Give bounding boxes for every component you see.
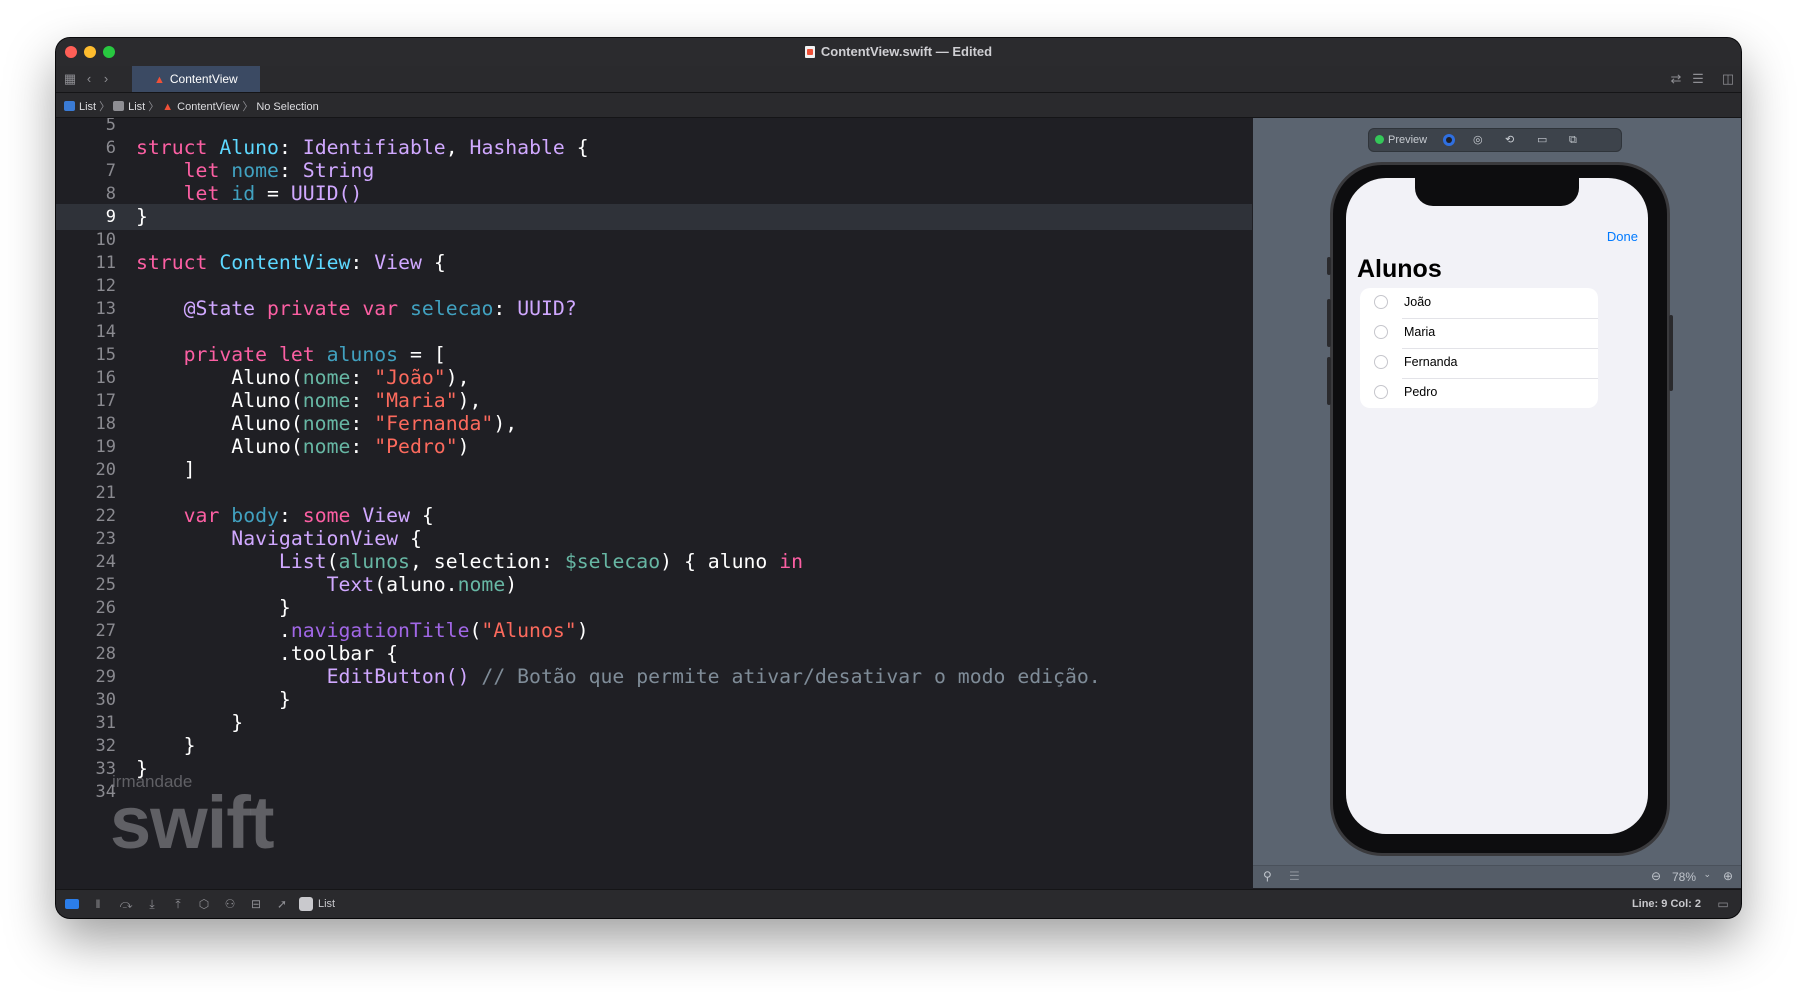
back-chevron-icon[interactable]: ‹ xyxy=(80,70,98,88)
forward-chevron-icon[interactable]: › xyxy=(97,70,115,88)
status-dot-icon xyxy=(1375,135,1384,144)
list-item[interactable]: Maria xyxy=(1360,318,1598,348)
zoom-in-icon[interactable]: ⊕ xyxy=(1723,869,1733,883)
app-icon xyxy=(299,897,313,911)
device-icon[interactable]: ▭ xyxy=(1537,132,1547,148)
mute-switch xyxy=(1327,257,1331,275)
crumb-symbol[interactable]: No Selection xyxy=(256,101,318,113)
step-into-icon[interactable]: ⤓ xyxy=(144,897,160,911)
jump-bar: List 〉 List 〉 ▲ ContentView 〉 No Selection xyxy=(56,93,1741,118)
live-preview-icon[interactable] xyxy=(1443,134,1455,146)
line-number: 34 xyxy=(95,782,116,802)
debug-area-toggle-icon[interactable] xyxy=(65,899,79,909)
pin-icon[interactable]: ⚲ xyxy=(1263,869,1272,883)
zoom-level[interactable]: 78% xyxy=(1672,870,1696,884)
title-bar: ContentView.swift — Edited xyxy=(56,38,1741,67)
tab-bar: ▦ ‹ › ▲ ContentView ⇄ ☰ ◫ xyxy=(56,66,1741,93)
power-button xyxy=(1669,315,1673,391)
project-icon xyxy=(64,101,75,111)
step-over-icon[interactable]: ⤼ xyxy=(118,897,134,911)
done-button[interactable]: Done xyxy=(1607,229,1638,244)
pause-icon[interactable]: ‖ xyxy=(90,897,106,911)
iphone-frame: Done Alunos João Maria Fernanda Pedro xyxy=(1327,162,1673,856)
preview-toolbar: Preview ◎ ⟲ ▭ ⧉ xyxy=(1368,128,1622,152)
list-icon[interactable]: ☰ xyxy=(1289,869,1300,883)
volume-down-button xyxy=(1327,357,1331,405)
inspect-icon[interactable]: ◎ xyxy=(1473,132,1483,148)
step-out-icon[interactable]: ⤒ xyxy=(170,897,186,911)
rotate-icon[interactable]: ⟲ xyxy=(1505,132,1514,148)
swap-arrows-icon[interactable]: ⇄ xyxy=(1667,70,1685,88)
swift-file-icon xyxy=(804,46,815,58)
zoom-out-icon[interactable]: ⊖ xyxy=(1651,869,1661,883)
crumb-project[interactable]: List xyxy=(79,101,96,113)
duplicate-icon[interactable]: ⧉ xyxy=(1569,132,1577,148)
navigation-title: Alunos xyxy=(1357,255,1442,283)
selection-circle-icon[interactable] xyxy=(1374,385,1388,399)
related-items-grid-icon[interactable]: ▦ xyxy=(61,70,79,88)
list-item[interactable]: João xyxy=(1360,288,1598,318)
swift-icon: ▲ xyxy=(162,101,174,113)
breadcrumb: List 〉 List 〉 ▲ ContentView 〉 No Selection xyxy=(64,98,319,114)
list-item[interactable]: Fernanda xyxy=(1360,348,1598,378)
crumb-file[interactable]: ContentView xyxy=(177,101,239,113)
preview-canvas: Preview ◎ ⟲ ▭ ⧉ Done Alunos João Maria F… xyxy=(1253,118,1741,888)
phone-screen: Done Alunos João Maria Fernanda Pedro xyxy=(1346,178,1648,834)
selection-circle-icon[interactable] xyxy=(1374,325,1388,339)
notch xyxy=(1415,178,1579,206)
scheme-label[interactable]: List xyxy=(318,898,335,910)
selection-circle-icon[interactable] xyxy=(1374,295,1388,309)
list-item[interactable]: Pedro xyxy=(1360,378,1598,408)
chevron-down-icon[interactable]: ⌄ xyxy=(1703,869,1711,880)
cursor-position: Line: 9 Col: 2 xyxy=(1631,898,1701,910)
debug-bar: ‖ ⤼ ⤓ ⤒ ⬡ ⚇ ⊟ ➚ List Line: 9 Col: 2 ▭ xyxy=(56,889,1741,918)
alunos-list: João Maria Fernanda Pedro xyxy=(1360,288,1598,408)
folder-icon xyxy=(113,101,125,111)
xcode-window: ContentView.swift — Edited ▦ ‹ › ▲ Conten… xyxy=(56,38,1741,918)
volume-up-button xyxy=(1327,299,1331,347)
source-editor[interactable]: 5 6 struct Aluno: Identifiable, Hashable … xyxy=(56,118,1252,888)
swift-icon: ▲ xyxy=(154,74,165,86)
view-debugger-icon[interactable]: ⬡ xyxy=(196,897,212,911)
editor-options-icon[interactable]: ☰ xyxy=(1689,70,1707,88)
preview-button[interactable]: Preview xyxy=(1375,132,1427,148)
window-title: ContentView.swift — Edited xyxy=(56,44,1741,59)
selection-circle-icon[interactable] xyxy=(1374,355,1388,369)
add-editor-icon[interactable]: ◫ xyxy=(1719,70,1737,88)
crumb-folder[interactable]: List xyxy=(128,101,145,113)
canvas-bottom-bar: ⚲ ☰ ⊖ 78% ⌄ ⊕ xyxy=(1253,865,1741,888)
tab-contentview[interactable]: ▲ ContentView xyxy=(132,66,260,92)
memory-graph-icon[interactable]: ⚇ xyxy=(222,897,238,911)
hide-debug-area-icon[interactable]: ▭ xyxy=(1715,897,1731,911)
simulate-location-icon[interactable]: ➚ xyxy=(274,897,290,911)
environment-overrides-icon[interactable]: ⊟ xyxy=(248,897,264,911)
